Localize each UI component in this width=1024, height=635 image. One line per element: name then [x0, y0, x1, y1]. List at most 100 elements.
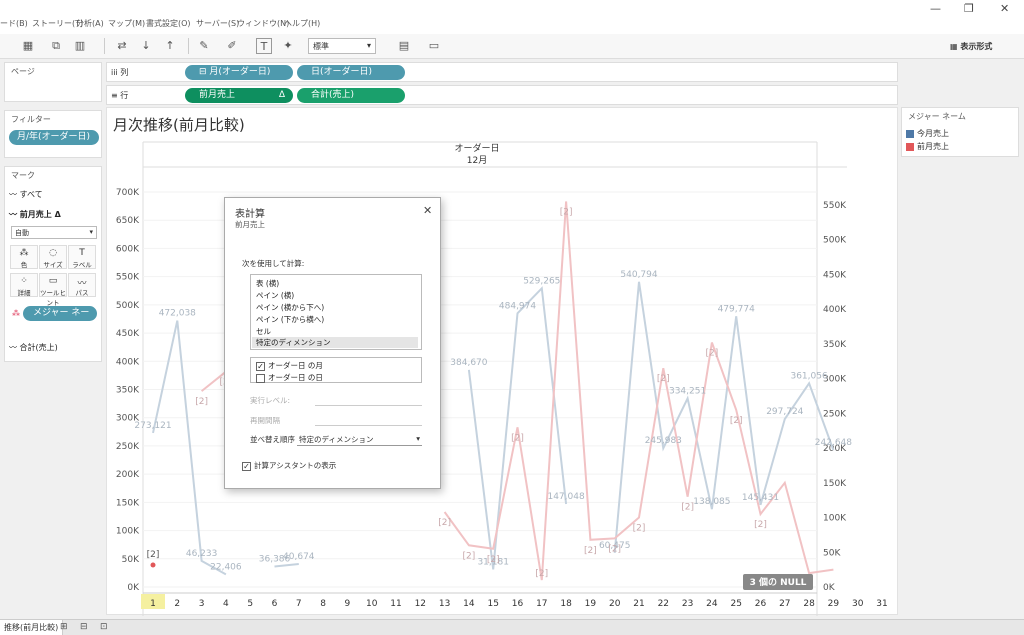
- bracket-label: [2]: [487, 555, 500, 565]
- option-table-across[interactable]: 表 (横): [256, 278, 279, 289]
- legend: メジャー ネーム 今月売上 前月売上: [901, 107, 1019, 157]
- row-pill-total[interactable]: 合計(売上): [297, 88, 405, 103]
- menu-dashboard[interactable]: ード(B): [0, 18, 28, 29]
- x-tick-label: 11: [390, 599, 401, 609]
- data-label: 242,648: [815, 438, 852, 448]
- option-pane-across-down[interactable]: ペイン (横から下へ): [256, 302, 324, 313]
- restore-icon[interactable]: ❐: [964, 2, 974, 15]
- sheet-tab[interactable]: 推移(前月比較): [0, 620, 64, 635]
- data-label: 529,265: [523, 276, 560, 286]
- column-pill-month[interactable]: ⊟ 月(オーダー日): [185, 65, 293, 80]
- sort-select[interactable]: 特定のディメンション ▾: [297, 434, 422, 446]
- x-tick-label: 16: [512, 599, 524, 609]
- bracket-label: [2]: [657, 374, 670, 384]
- bracket-label: [2]: [535, 569, 548, 579]
- restart-select[interactable]: [315, 425, 422, 426]
- menu-format[interactable]: 書式設定(O): [146, 18, 191, 29]
- show-me-button[interactable]: ▦ 表示形式: [950, 41, 992, 52]
- x-tick-label: 4: [223, 599, 229, 609]
- minimize-icon[interactable]: —: [930, 2, 941, 15]
- menu-map[interactable]: マップ(M): [108, 18, 145, 29]
- new-story-icon[interactable]: ⊡: [100, 622, 108, 632]
- close-icon[interactable]: ✕: [423, 204, 432, 217]
- highlight-icon[interactable]: ✎: [196, 38, 212, 54]
- sort-asc-icon[interactable]: ↓: [138, 38, 154, 54]
- columns-label: iii 列: [111, 68, 129, 77]
- legend-item-prev[interactable]: 前月売上: [906, 141, 949, 152]
- color-button[interactable]: ⁂ 色: [10, 245, 38, 269]
- marks-prev[interactable]: 〰 前月売上 Δ: [9, 209, 61, 220]
- bracket-label: [2]: [463, 551, 476, 561]
- right-tick-label: 250K: [823, 409, 847, 419]
- marks-all[interactable]: 〰 すべて: [9, 189, 43, 200]
- new-dashboard-icon[interactable]: ⊟: [80, 622, 88, 632]
- filter-pill[interactable]: 月/年(オーダー日): [9, 130, 99, 145]
- left-tick-label: 200K: [116, 470, 140, 480]
- option-pane-across[interactable]: ペイン (横): [256, 290, 294, 301]
- right-tick-label: 500K: [823, 236, 847, 246]
- option-cell[interactable]: セル: [256, 326, 271, 337]
- toolbar: ▦ ⧉ ▥ ⇄ ↓ ↑ ✎ ✐ T ✦ 標準 ▾ ▤ ▭ ▦ 表示形式: [0, 34, 1024, 59]
- left-tick-label: 350K: [116, 386, 140, 396]
- new-sheet-icon[interactable]: ⊞: [60, 622, 68, 632]
- swap-icon[interactable]: ⇄: [114, 38, 130, 54]
- presentation-icon[interactable]: ▭: [426, 38, 442, 54]
- menu-server[interactable]: サーバー(S): [196, 18, 239, 29]
- tooltip-button[interactable]: ▭ ツールヒント: [39, 273, 67, 307]
- size-button[interactable]: ◌ サイズ: [39, 245, 67, 269]
- mark-type-select[interactable]: 自動 ▾: [11, 226, 97, 239]
- bracket-label: [2]: [438, 518, 451, 528]
- x-tick-label: 13: [439, 599, 450, 609]
- data-label: 384,670: [450, 358, 487, 368]
- menu-analysis[interactable]: 分析(A): [76, 18, 104, 29]
- sort-desc-icon[interactable]: ↑: [162, 38, 178, 54]
- compute-list[interactable]: 表 (横) ペイン (横) ペイン (横から下へ) ペイン (下から横へ) セル…: [250, 274, 422, 350]
- close-window-icon[interactable]: ✕: [1000, 2, 1009, 15]
- right-tick-label: 550K: [823, 201, 847, 211]
- x-tick-label: 9: [345, 599, 351, 609]
- null-badge-label: 3 個の NULL: [750, 576, 807, 588]
- legend-item-current[interactable]: 今月売上: [906, 128, 949, 139]
- measure-names-pill[interactable]: メジャー ネーム: [23, 306, 97, 333]
- menu-help[interactable]: ヘルプ(H): [284, 18, 320, 29]
- x-tick-label: 10: [366, 599, 378, 609]
- left-tick-label: 0K: [127, 583, 140, 593]
- group-icon[interactable]: ✐: [224, 38, 240, 54]
- new-datasource-icon[interactable]: ▦: [20, 38, 36, 54]
- label-button[interactable]: T ラベル: [68, 245, 96, 269]
- row-pill-prev[interactable]: 前月売上 Δ: [185, 88, 293, 103]
- dim-day[interactable]: オーダー日 の日: [256, 372, 323, 383]
- option-specific-dims[interactable]: 特定のディメンション: [252, 337, 418, 348]
- menu-window[interactable]: ウィンドウ(N): [237, 18, 289, 29]
- clear-sheet-icon[interactable]: ▥: [72, 38, 88, 54]
- path-button[interactable]: 〰パス: [68, 273, 96, 297]
- view-mode-select[interactable]: 標準 ▾: [308, 38, 376, 54]
- sort-label: 並べ替え順序: [250, 435, 295, 444]
- columns-shelf[interactable]: iii 列 ⊟ 月(オーダー日) 日(オーダー日): [106, 62, 898, 82]
- right-tick-label: 450K: [823, 270, 847, 280]
- label-icon[interactable]: T: [256, 38, 272, 54]
- duplicate-icon[interactable]: ⧉: [48, 38, 64, 54]
- x-tick-label: 7: [296, 599, 302, 609]
- detail-button[interactable]: ⁘ 詳細: [10, 273, 38, 297]
- left-tick-label: 600K: [116, 244, 140, 254]
- option-pane-down-across[interactable]: ペイン (下から横へ): [256, 314, 324, 325]
- checkbox-checked[interactable]: ✓: [256, 361, 265, 371]
- checkbox-unchecked[interactable]: [256, 373, 265, 383]
- detail-icon: ⁘: [20, 276, 28, 286]
- show-me-icon: ▦: [950, 42, 958, 51]
- left-tick-label: 450K: [116, 329, 140, 339]
- column-pill-day[interactable]: 日(オーダー日): [297, 65, 405, 80]
- pin-icon[interactable]: ✦: [280, 38, 296, 54]
- rows-shelf[interactable]: ≡ 行 前月売上 Δ 合計(売上): [106, 85, 898, 105]
- marks-total[interactable]: 〰 合計(売上): [9, 342, 58, 353]
- assistant-toggle[interactable]: ✓ 計算アシスタントの表示: [242, 460, 336, 471]
- right-tick-label: 0K: [823, 583, 836, 593]
- checkbox-checked[interactable]: ✓: [242, 461, 251, 471]
- legend-swatch: [906, 129, 914, 138]
- dim-month[interactable]: ✓ オーダー日 の月: [256, 360, 323, 371]
- line-icon: 〰: [9, 210, 17, 219]
- x-tick-label: 12: [415, 599, 426, 609]
- level-select[interactable]: [315, 405, 422, 406]
- bar-chart-icon[interactable]: ▤: [396, 38, 412, 54]
